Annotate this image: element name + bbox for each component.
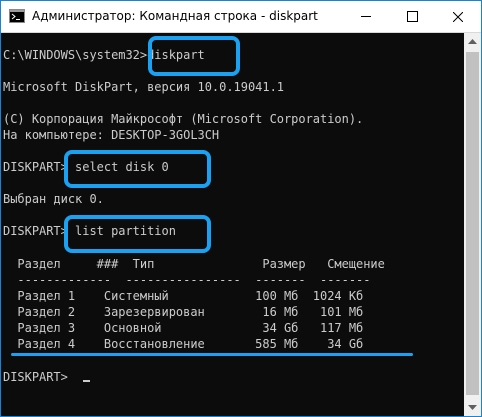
highlight-recovery-partition-underline — [11, 353, 413, 356]
highlight-select-disk-command — [64, 150, 211, 188]
console-line: На компьютере: DESKTOP-3GOL3CH — [3, 128, 220, 142]
minimize-button[interactable] — [343, 1, 389, 32]
maximize-icon — [406, 11, 418, 22]
minimize-icon — [361, 16, 371, 17]
chevron-up-icon — [468, 39, 477, 44]
partition-table-header: Раздел ### Тип Размер Смещение — [3, 257, 385, 271]
command-prompt-window: Администратор: Командная строка - diskpa… — [0, 0, 482, 417]
maximize-button[interactable] — [389, 1, 435, 32]
console-line: Microsoft DiskPart, версия 10.0.19041.1 — [3, 80, 284, 94]
window-title: Администратор: Командная строка - diskpa… — [32, 9, 318, 23]
partition-row: Раздел 3 Основной 34 Gб 117 Мб — [3, 321, 364, 335]
console-line: (C) Корпорация Майкрософт (Microsoft Cor… — [3, 112, 364, 126]
partition-row: Раздел 2 Зарезервирован 16 Мб 101 Мб — [3, 305, 364, 319]
close-button[interactable] — [435, 1, 481, 32]
partition-table-separator: ------------- ---------------- ------- -… — [3, 273, 371, 287]
scroll-up-button[interactable] — [464, 33, 481, 50]
highlight-diskpart-command — [148, 36, 240, 76]
scroll-down-button[interactable] — [464, 399, 481, 416]
title-bar[interactable]: Администратор: Командная строка - diskpa… — [1, 1, 481, 33]
text-cursor — [83, 380, 90, 382]
console-output[interactable]: C:\WINDOWS\system32>diskpart Microsoft D… — [1, 33, 464, 416]
chevron-down-icon — [468, 405, 477, 410]
console-line: Выбран диск 0. — [3, 192, 104, 206]
console-prompt: DISKPART> — [3, 370, 76, 384]
scrollbar-thumb[interactable] — [466, 52, 479, 395]
partition-row: Раздел 4 Восстановление 585 Мб 34 Gб — [3, 337, 364, 351]
vertical-scrollbar[interactable] — [464, 33, 481, 416]
highlight-list-partition-command — [64, 215, 211, 253]
partition-row: Раздел 1 Системный 100 Мб 1024 Кб — [3, 289, 364, 303]
close-icon — [453, 11, 463, 22]
cmd-icon — [9, 9, 25, 23]
